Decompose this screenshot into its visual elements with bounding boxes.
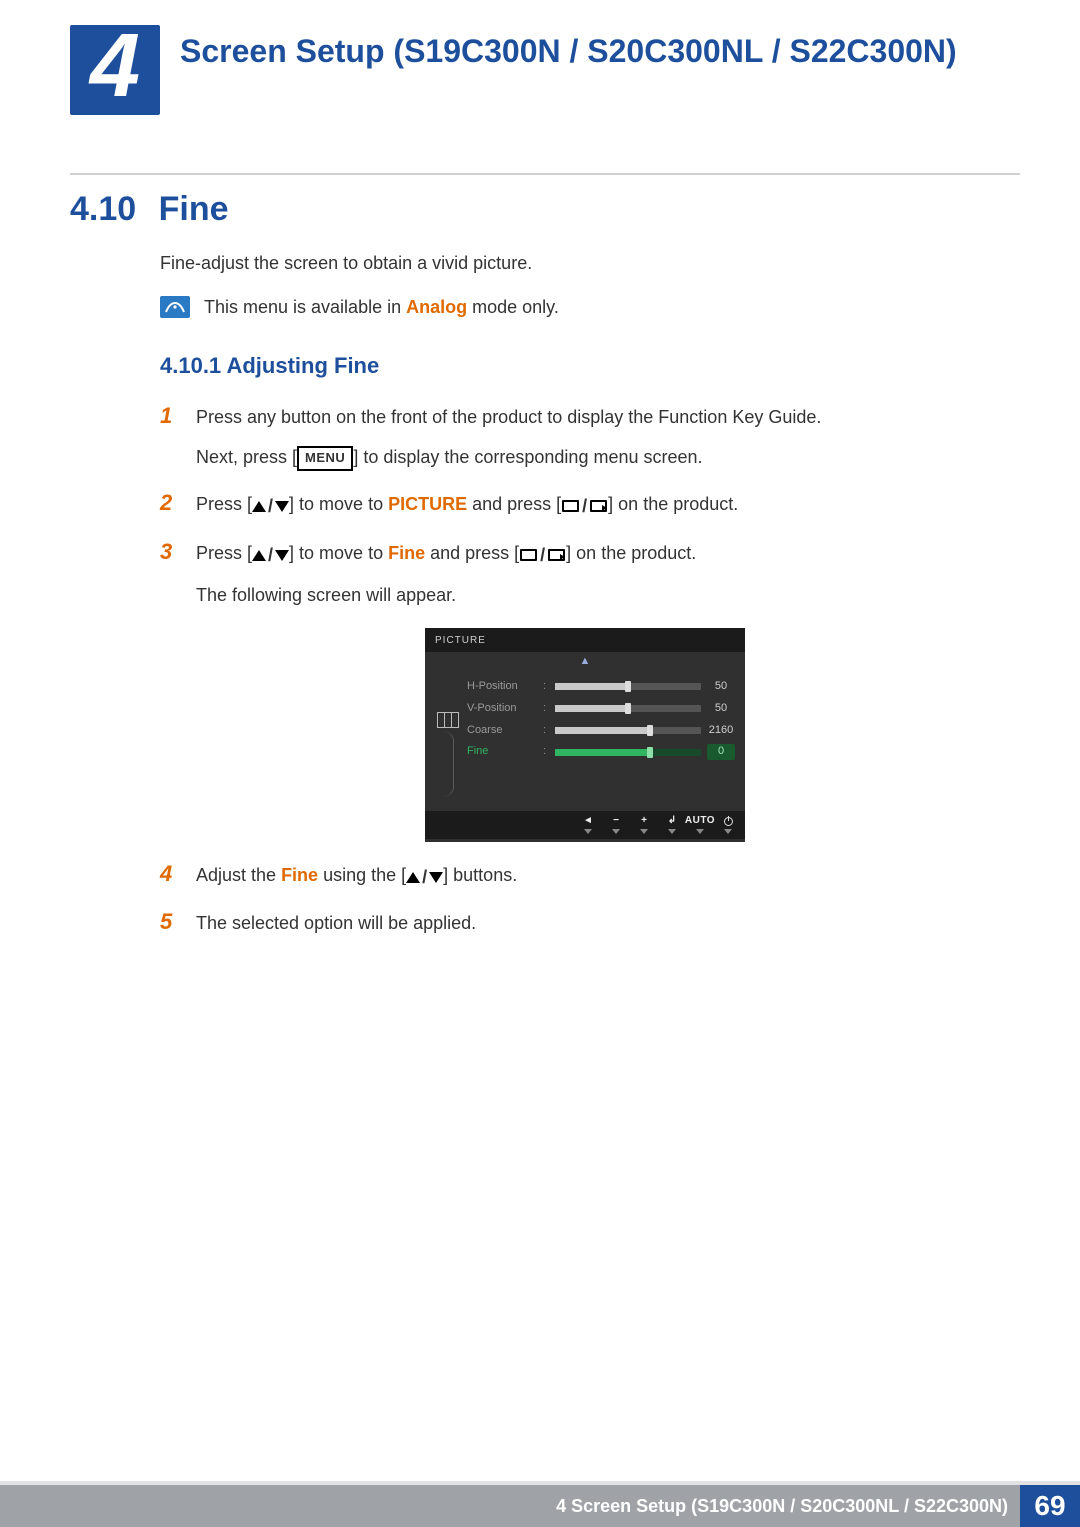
note-analog: Analog xyxy=(406,297,467,317)
osd-plus-icon: + xyxy=(637,816,651,834)
step-1: 1 Press any button on the front of the p… xyxy=(160,404,1010,471)
osd-row-value: 50 xyxy=(707,679,735,695)
source-enter-icon: / xyxy=(561,493,608,519)
step-3: 3 Press [/] to move to Fine and press [/… xyxy=(160,540,1010,609)
osd-arc-decor xyxy=(442,731,454,797)
page: 4 Screen Setup (S19C300N / S20C300NL / S… xyxy=(0,0,1080,1527)
osd-row-value: 2160 xyxy=(707,723,735,739)
chapter-number: 4 xyxy=(90,21,140,111)
osd-slider xyxy=(555,683,701,690)
osd-power-icon xyxy=(721,816,735,834)
step-text: Press [/] to move to Fine and press [/] … xyxy=(196,540,1010,609)
osd-back-icon: ◄ xyxy=(581,816,595,834)
footer-page-number: 69 xyxy=(1020,1485,1080,1527)
up-down-icon: / xyxy=(406,864,443,890)
step-text: Adjust the Fine using the [/] buttons. xyxy=(196,862,1010,891)
note-row: This menu is available in Analog mode on… xyxy=(160,294,1010,320)
osd-row: Coarse:2160 xyxy=(467,720,735,742)
section-number: 4.10 xyxy=(70,190,136,229)
step-number: 3 xyxy=(160,540,180,609)
note-text: This menu is available in Analog mode on… xyxy=(204,294,559,320)
osd-slider xyxy=(555,727,701,734)
up-down-icon: / xyxy=(252,493,289,519)
osd-row: Fine:0 xyxy=(467,741,735,763)
step-2: 2 Press [/] to move to PICTURE and press… xyxy=(160,491,1010,520)
section-intro: Fine-adjust the screen to obtain a vivid… xyxy=(160,250,1010,276)
note-icon xyxy=(160,296,190,318)
osd-row-value: 0 xyxy=(707,744,735,760)
osd-auto-icon: AUTO xyxy=(693,816,707,834)
osd-row-label: Coarse xyxy=(467,723,537,739)
section-title: Fine xyxy=(159,190,229,229)
osd-rows: H-Position:50V-Position:50Coarse:2160Fin… xyxy=(467,676,735,797)
osd-row-label: V-Position xyxy=(467,701,537,717)
picture-keyword: PICTURE xyxy=(388,494,467,514)
osd-enter-icon: ↲ xyxy=(665,816,679,834)
osd-row-label: H-Position xyxy=(467,679,537,695)
menu-button-label: MENU xyxy=(297,446,353,471)
footer-title: 4 Screen Setup (S19C300N / S20C300NL / S… xyxy=(544,1485,1020,1527)
osd-bottom-bar: ◄ − + ↲ AUTO xyxy=(425,811,745,839)
osd-row-label: Fine xyxy=(467,744,537,760)
picture-mode-icon xyxy=(437,712,459,728)
osd-row: V-Position:50 xyxy=(467,698,735,720)
osd-slider xyxy=(555,749,701,756)
osd-up-arrow-icon: ▲ xyxy=(425,652,745,674)
osd-screenshot: PICTURE ▲ H-Position:50V-Position:50Coar… xyxy=(160,628,1010,841)
osd-row: H-Position:50 xyxy=(467,676,735,698)
step-number: 2 xyxy=(160,491,180,520)
step-4: 4 Adjust the Fine using the [/] buttons. xyxy=(160,862,1010,891)
footer: 4 Screen Setup (S19C300N / S20C300NL / S… xyxy=(0,1485,1080,1527)
chapter-badge: 4 xyxy=(70,25,160,115)
osd-panel: PICTURE ▲ H-Position:50V-Position:50Coar… xyxy=(425,628,745,841)
step-text: The selected option will be applied. xyxy=(196,910,1010,936)
step-5: 5 The selected option will be applied. xyxy=(160,910,1010,936)
step-number: 5 xyxy=(160,910,180,936)
osd-slider xyxy=(555,705,701,712)
subsection-heading: 4.10.1 Adjusting Fine xyxy=(160,350,1010,382)
step-number: 4 xyxy=(160,862,180,891)
chapter-title: Screen Setup (S19C300N / S20C300NL / S22… xyxy=(180,25,957,73)
osd-row-value: 50 xyxy=(707,701,735,717)
step-number: 1 xyxy=(160,404,180,471)
chapter-header: 4 Screen Setup (S19C300N / S20C300NL / S… xyxy=(70,25,1020,115)
steps-list-cont: 4 Adjust the Fine using the [/] buttons.… xyxy=(160,862,1010,937)
osd-minus-icon: − xyxy=(609,816,623,834)
step-text: Press any button on the front of the pro… xyxy=(196,404,1010,471)
osd-title: PICTURE xyxy=(425,628,745,652)
header-rule xyxy=(70,173,1020,175)
source-enter-icon: / xyxy=(519,542,566,568)
steps-list: 1 Press any button on the front of the p… xyxy=(160,404,1010,608)
up-down-icon: / xyxy=(252,542,289,568)
fine-keyword: Fine xyxy=(388,543,425,563)
fine-keyword: Fine xyxy=(281,865,318,885)
section-heading: 4.10 Fine xyxy=(70,190,1020,229)
step-text: Press [/] to move to PICTURE and press [… xyxy=(196,491,1010,520)
section-body: Fine-adjust the screen to obtain a vivid… xyxy=(160,250,1010,956)
